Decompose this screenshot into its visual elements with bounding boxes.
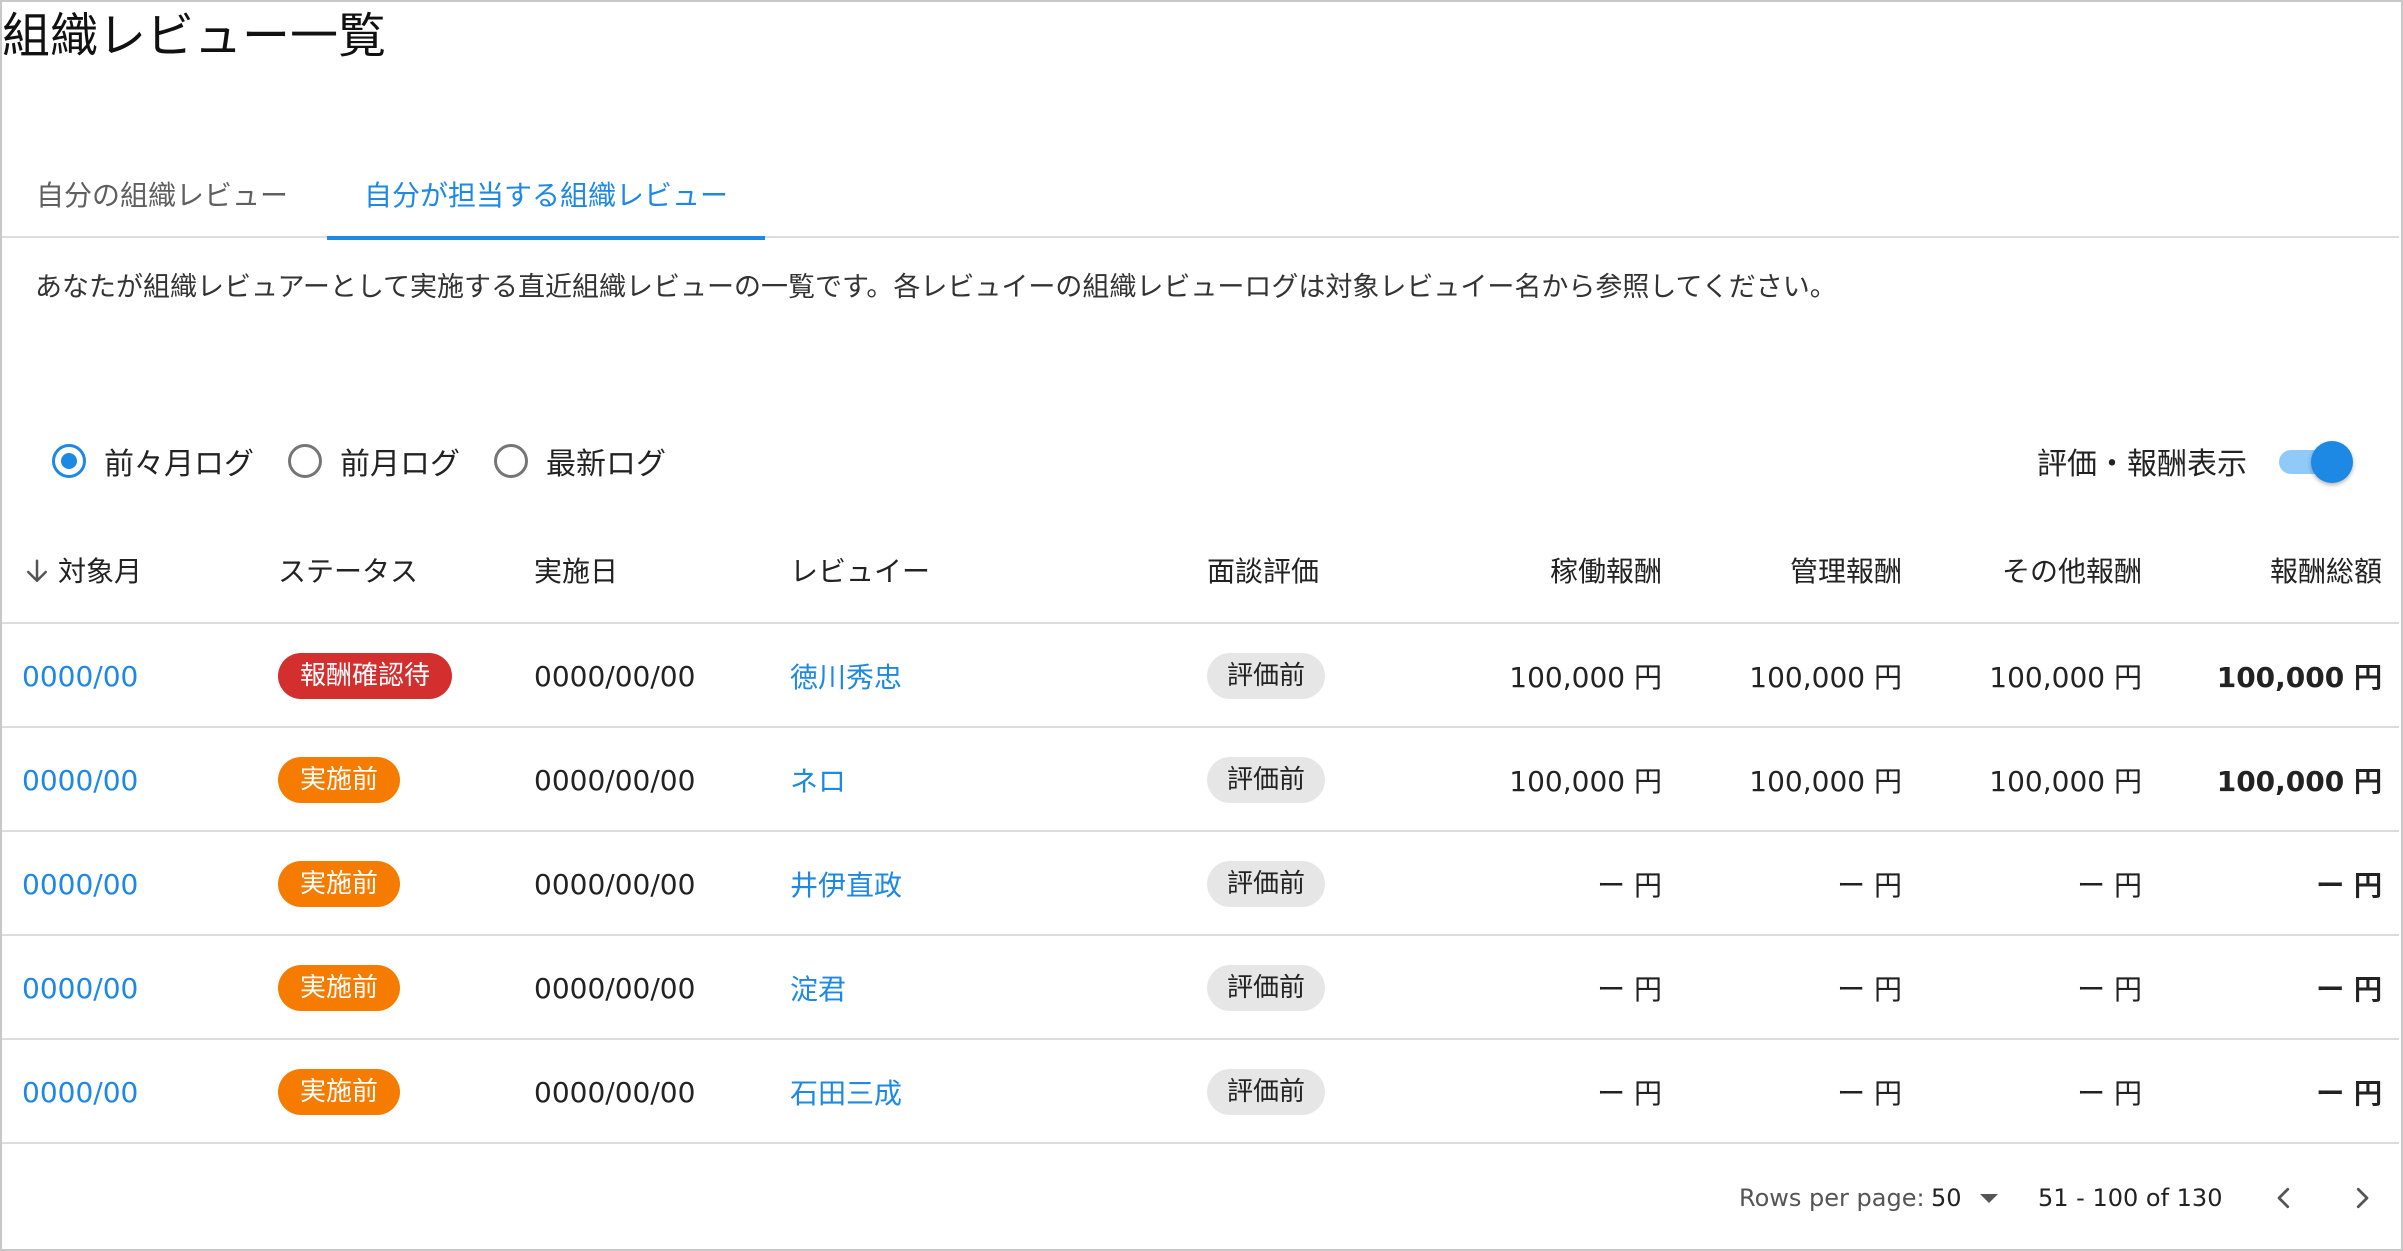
review-date: 0000/00/00 [534, 659, 696, 693]
review-date: 0000/00/00 [534, 971, 696, 1005]
month-link[interactable]: 0000/00 [22, 1076, 138, 1109]
chevron-right-icon [2356, 1187, 2369, 1209]
radio-unchecked-icon [288, 444, 322, 478]
month-link[interactable]: 0000/00 [22, 660, 138, 693]
column-header-label: 対象月 [58, 555, 143, 588]
reviewee-link[interactable]: ネロ [790, 760, 846, 800]
arrow-down-icon [27, 559, 47, 582]
column-header-reviewee: レビュイー [790, 555, 931, 588]
page-description: あなたが組織レビュアーとして実施する直近組織レビューの一覧です。各レビュイーの組… [35, 272, 1837, 303]
total-pay-value: ー 円 [2316, 869, 2382, 902]
caret-down-icon [1979, 1193, 1998, 1203]
radio-latest[interactable]: 最新ログ [494, 439, 666, 483]
work-pay-value: 100,000 円 [1509, 765, 1662, 798]
reviewee-link[interactable]: 徳川秀忠 [790, 656, 902, 696]
month-link[interactable]: 0000/00 [22, 764, 138, 797]
review-table: 対象月 ステータス 実施日 レビュイー 面談評価 稼働報酬 管理報酬 その他報酬… [2, 520, 2399, 1144]
radio-last-month[interactable]: 前月ログ [288, 439, 460, 483]
tab-my-reviews[interactable]: 自分の組織レビュー [2, 158, 322, 238]
chevron-left-icon [2277, 1187, 2290, 1209]
interview-status-badge: 評価前 [1207, 1069, 1326, 1115]
column-header-other-pay: その他報酬 [2001, 555, 2142, 588]
reviewee-link[interactable]: 淀君 [790, 968, 846, 1008]
work-pay-value: 100,000 円 [1509, 661, 1662, 694]
column-header-status: ステータス [278, 555, 419, 588]
radio-checked-icon [52, 444, 86, 478]
page-range: 51 - 100 of 130 [2038, 1184, 2223, 1212]
status-badge: 実施前 [278, 861, 401, 907]
mgmt-pay-value: 100,000 円 [1749, 661, 1902, 694]
table-row: 0000/00 実施前 0000/00/00 井伊直政 評価前 ー 円 ー 円 … [2, 832, 2399, 936]
review-date: 0000/00/00 [534, 1075, 696, 1109]
compensation-toggle-group: 評価・報酬表示 [2037, 436, 2353, 486]
status-badge: 実施前 [278, 965, 401, 1011]
column-header-work-pay: 稼働報酬 [1549, 555, 1662, 588]
radio-label: 前々月ログ [104, 447, 254, 482]
column-header-total-pay: 報酬総額 [2269, 555, 2382, 588]
tab-assigned-reviews[interactable]: 自分が担当する組織レビュー [327, 158, 765, 240]
next-page-button[interactable] [2336, 1172, 2388, 1224]
radio-unchecked-icon [494, 444, 528, 478]
radio-label: 最新ログ [546, 447, 666, 482]
tab-bar: 自分の組織レビュー 自分が担当する組織レビュー [2, 158, 2399, 240]
mgmt-pay-value: 100,000 円 [1749, 765, 1902, 798]
column-header-mgmt-pay: 管理報酬 [1789, 555, 1902, 588]
interview-status-badge: 評価前 [1207, 757, 1326, 803]
log-filter-radio-group: 前々月ログ 前月ログ 最新ログ [52, 436, 700, 486]
other-pay-value: 100,000 円 [1989, 765, 2142, 798]
interview-status-badge: 評価前 [1207, 653, 1326, 699]
total-pay-value: 100,000 円 [2216, 661, 2382, 694]
rows-per-page-value: 50 [1931, 1184, 1962, 1212]
other-pay-value: 100,000 円 [1989, 661, 2142, 694]
status-badge: 報酬確認待 [278, 653, 453, 699]
total-pay-value: ー 円 [2316, 1077, 2382, 1110]
table-row: 0000/00 実施前 0000/00/00 石田三成 評価前 ー 円 ー 円 … [2, 1040, 2399, 1144]
month-link[interactable]: 0000/00 [22, 972, 138, 1005]
reviewee-link[interactable]: 井伊直政 [790, 864, 902, 904]
interview-status-badge: 評価前 [1207, 965, 1326, 1011]
column-header-month[interactable]: 対象月 [22, 520, 242, 624]
interview-status-badge: 評価前 [1207, 861, 1326, 907]
total-pay-value: ー 円 [2316, 973, 2382, 1006]
toggle-thumb [2311, 441, 2353, 483]
status-badge: 実施前 [278, 1069, 401, 1115]
table-row: 0000/00 実施前 0000/00/00 淀君 評価前 ー 円 ー 円 ー … [2, 936, 2399, 1040]
rows-per-page-select[interactable]: 50 [1931, 1178, 1998, 1218]
review-date: 0000/00/00 [534, 867, 696, 901]
previous-page-button[interactable] [2258, 1172, 2310, 1224]
month-link[interactable]: 0000/00 [22, 868, 138, 901]
total-pay-value: 100,000 円 [2216, 765, 2382, 798]
pagination: Rows per page: 50 51 - 100 of 130 [2, 1148, 2399, 1248]
status-badge: 実施前 [278, 757, 401, 803]
rows-per-page-label: Rows per page: [1739, 1184, 1925, 1212]
table-row: 0000/00 実施前 0000/00/00 ネロ 評価前 100,000 円 … [2, 728, 2399, 832]
toggle-label: 評価・報酬表示 [2037, 447, 2247, 482]
reviewee-link[interactable]: 石田三成 [790, 1072, 902, 1112]
table-header: 対象月 ステータス 実施日 レビュイー 面談評価 稼働報酬 管理報酬 その他報酬… [2, 520, 2399, 624]
radio-label: 前月ログ [340, 447, 460, 482]
table-row: 0000/00 報酬確認待 0000/00/00 徳川秀忠 評価前 100,00… [2, 624, 2399, 728]
review-date: 0000/00/00 [534, 763, 696, 797]
compensation-toggle[interactable] [2275, 441, 2353, 483]
radio-two-months-ago[interactable]: 前々月ログ [52, 439, 254, 483]
column-header-date: 実施日 [534, 555, 619, 588]
page-title: 組織レビュー一覧 [2, 8, 387, 64]
